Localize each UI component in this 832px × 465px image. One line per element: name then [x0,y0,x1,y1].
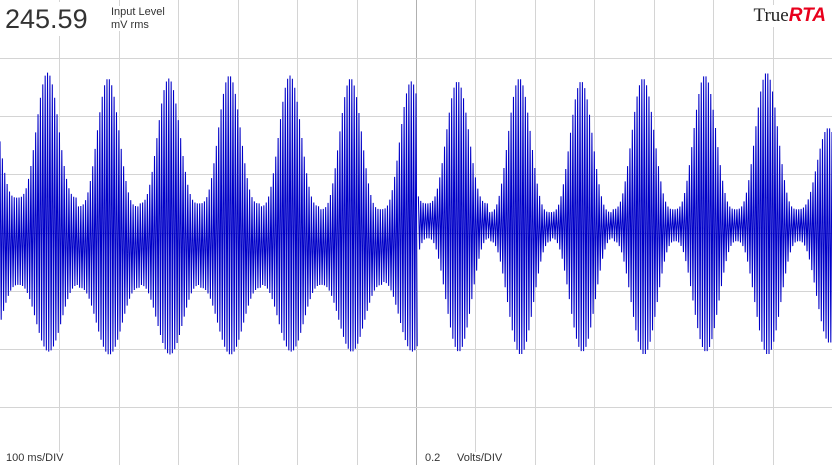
volts-scale-unit: Volts/DIV [455,452,505,465]
waveform-segment-right [417,73,832,355]
waveform-segment-left [0,72,418,355]
volts-scale-value: 0.2 [423,452,443,465]
time-scale-label: 100 ms/DIV [4,452,66,465]
logo-text-true: True [753,5,789,26]
input-level-label: Input Level [111,6,165,18]
input-level-unit: mV rms [111,19,149,31]
truerta-logo: TrueRTA [749,5,826,27]
logo-text-rta: RTA [788,5,826,26]
waveform-plot [0,0,832,465]
oscilloscope-view: 245.59 Input Level mV rms TrueRTA 100 ms… [0,0,832,465]
input-level-value: 245.59 [5,2,90,36]
